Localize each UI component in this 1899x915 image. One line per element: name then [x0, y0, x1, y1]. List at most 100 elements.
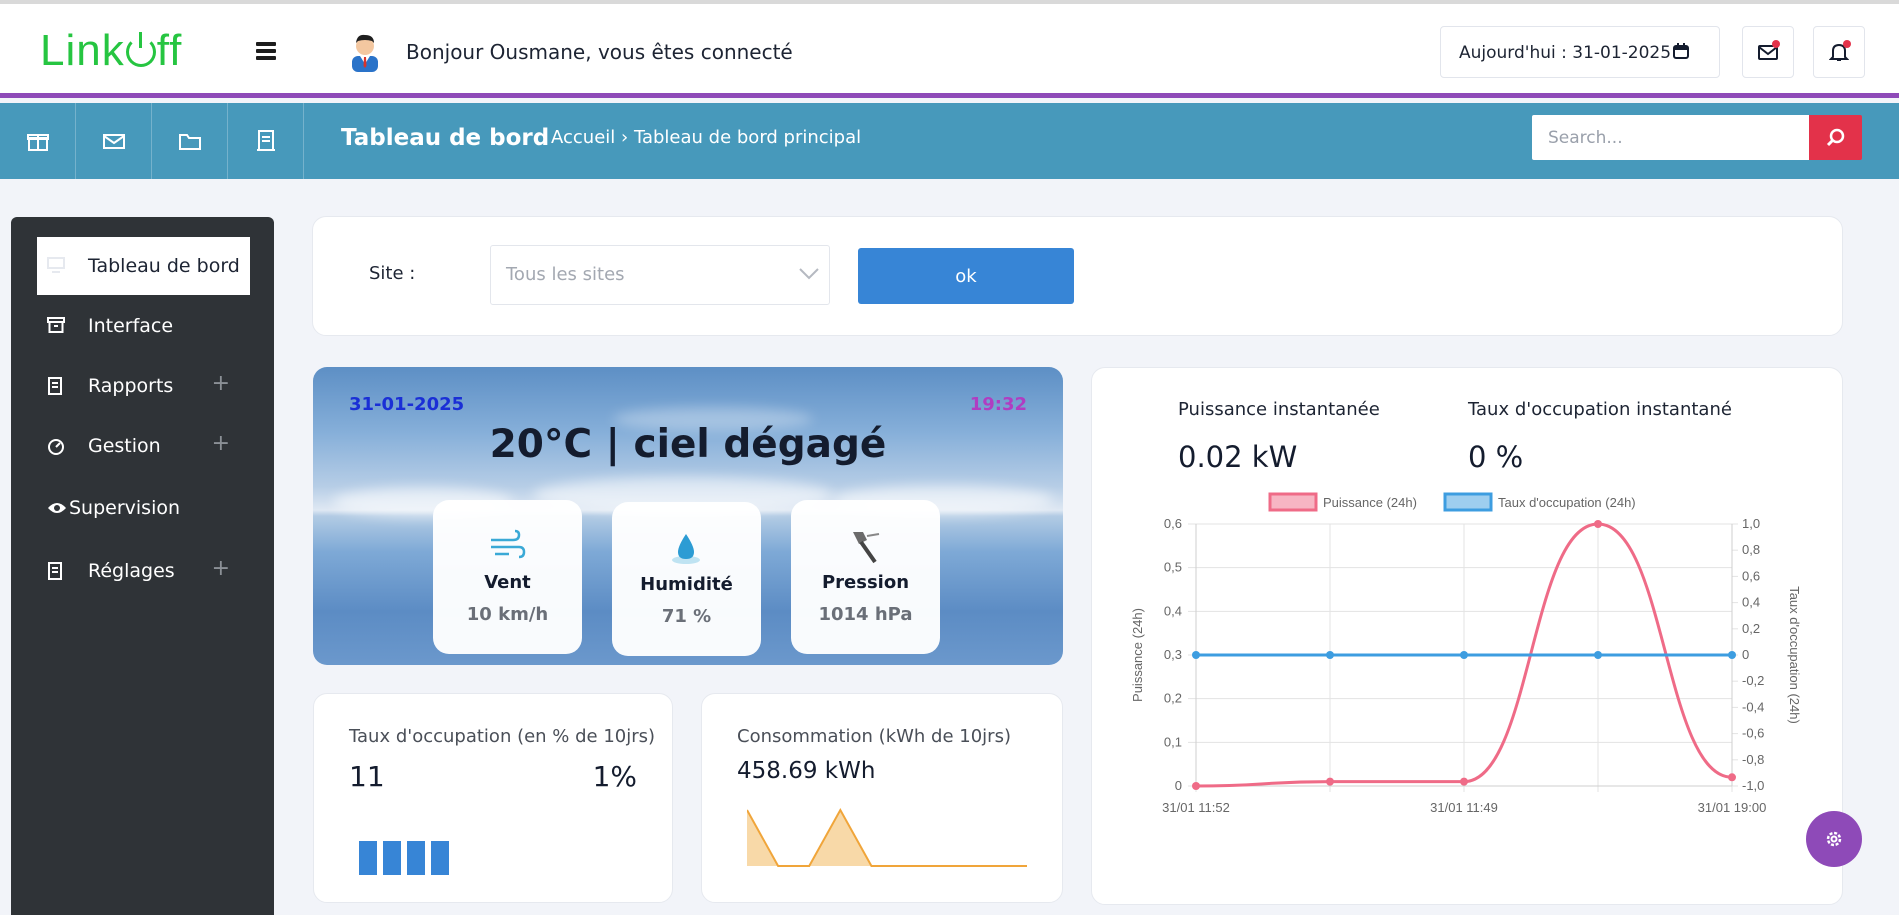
archive-icon — [47, 317, 65, 333]
y2-tick-label: -0,4 — [1742, 699, 1764, 714]
y2-tick-label: -0,6 — [1742, 726, 1764, 741]
y2-tick-label: 0,4 — [1742, 595, 1760, 610]
page-title: Tableau de bord — [341, 125, 550, 151]
sidebar-item-label: Rapports — [88, 375, 174, 397]
today-date-box[interactable]: Aujourd'hui : 31-01-2025 — [1440, 26, 1720, 78]
settings-fab[interactable] — [1806, 811, 1862, 867]
series-point[interactable] — [1728, 651, 1736, 659]
sidebar-item-tableau-de-bord[interactable]: Tableau de bord — [37, 237, 250, 295]
site-select-value: Tous les sites — [506, 264, 625, 285]
mail-notification-dot — [1772, 40, 1780, 48]
pressure-label: Pression — [821, 572, 910, 593]
occupancy-bar — [407, 841, 425, 875]
breadcrumb-home-link[interactable]: Accueil — [551, 127, 615, 148]
series-point[interactable] — [1594, 520, 1602, 528]
sub-header-bar: Tableau de bord Accueil › Tableau de bor… — [0, 103, 1899, 179]
calendar-icon — [1673, 43, 1689, 59]
shortcut-document[interactable] — [228, 103, 304, 179]
report-icon — [48, 377, 62, 395]
search-input[interactable] — [1532, 115, 1810, 160]
breadcrumb: Accueil › Tableau de bord principal — [551, 127, 861, 148]
wind-value: 10 km/h — [466, 604, 549, 625]
y-tick-label: 0,1 — [1164, 734, 1182, 749]
series-point[interactable] — [1728, 773, 1736, 782]
humidity-value: 71 % — [661, 606, 712, 627]
breadcrumb-separator: › — [621, 127, 629, 148]
logo-text-left: Link — [40, 26, 125, 75]
sparkline-line — [747, 807, 1027, 867]
menu-toggle-icon[interactable] — [256, 42, 276, 60]
occupancy-title: Taux d'occupation (en % de 10jrs) — [349, 726, 656, 747]
ok-button[interactable]: ok — [858, 248, 1074, 304]
shortcut-folder[interactable] — [152, 103, 228, 179]
messages-button[interactable] — [1742, 26, 1794, 78]
folder-icon — [179, 134, 201, 150]
sidebar-item-label: Réglages — [88, 560, 175, 582]
occupancy-bar — [431, 841, 449, 875]
search-button[interactable] — [1809, 115, 1862, 160]
weather-card: 31-01-2025 19:32 20°C | ciel dégagé Vent… — [313, 367, 1063, 665]
user-avatar — [352, 34, 378, 72]
notifications-button[interactable] — [1813, 26, 1865, 78]
series-point[interactable] — [1326, 777, 1334, 786]
site-select[interactable]: Tous les sites — [490, 245, 830, 305]
sparkline-area — [747, 810, 1027, 866]
sidebar-item-label: Tableau de bord — [88, 255, 240, 277]
top-header: Link ff Bonjour Ousmane, vous êtes connec… — [0, 4, 1899, 98]
series-point[interactable] — [1594, 651, 1602, 659]
series-point[interactable] — [1460, 777, 1468, 786]
gear-icon — [1826, 831, 1842, 847]
sidebar-item-label: Interface — [88, 315, 174, 337]
consumption-value: 458.69 kWh — [737, 758, 876, 784]
gauge-icon — [48, 439, 64, 455]
chevron-down-icon — [799, 268, 819, 280]
expand-icon[interactable]: + — [212, 431, 230, 456]
y-tick-label: 0,5 — [1164, 560, 1182, 575]
y2-axis-title: Taux d'occupation (24h) — [1787, 586, 1802, 724]
y2-tick-label: -0,2 — [1742, 673, 1764, 688]
series-point[interactable] — [1192, 651, 1200, 659]
shortcut-mail[interactable] — [76, 103, 152, 179]
legend-swatch[interactable] — [1268, 492, 1318, 512]
occupancy-card: Taux d'occupation (en % de 10jrs) 11 1% — [313, 693, 673, 903]
legend-swatch[interactable] — [1443, 492, 1493, 512]
document-icon — [257, 130, 275, 151]
y-axis-title: Puissance (24h) — [1130, 608, 1145, 702]
mail-icon — [103, 134, 125, 149]
occupancy-count: 11 — [349, 760, 385, 793]
y2-tick-label: 0,6 — [1742, 568, 1760, 583]
monitor-icon — [47, 257, 65, 273]
app-logo[interactable]: Link ff — [40, 26, 182, 76]
y-tick-label: 0,2 — [1164, 691, 1182, 706]
sidebar-item-reglages[interactable]: Réglages + — [37, 542, 250, 600]
sidebar-item-text: Supervision — [69, 497, 181, 519]
y2-tick-label: -0,8 — [1742, 752, 1764, 767]
wind-label: Vent — [484, 572, 531, 593]
series-point[interactable] — [1460, 651, 1468, 659]
site-filter-card: Site : Tous les sites ok — [312, 216, 1843, 336]
wind-box: Vent 10 km/h — [433, 500, 582, 654]
sidebar-item-rapports[interactable]: Rapports + — [37, 357, 250, 415]
occupancy-percent: 1% — [592, 760, 637, 793]
series-point[interactable] — [1192, 782, 1200, 790]
weather-time: 19:32 — [969, 394, 1027, 415]
shortcut-gift[interactable] — [0, 103, 76, 179]
site-label: Site : — [369, 263, 416, 284]
x-tick-label: 31/01 19:00 — [1698, 800, 1767, 815]
sidebar-item-label: Gestion — [88, 435, 161, 457]
power-occupancy-chart: 0 0,1 0,2 0,3 0,4 0,5 0,6 -1,0 -0,8 -0,6 -0,4 -0,2 0… — [1130, 492, 1802, 815]
settings-report-icon — [48, 562, 62, 580]
sidebar-item-supervision[interactable]: Supervision — [37, 479, 250, 537]
sidebar-item-gestion[interactable]: Gestion + — [37, 417, 250, 475]
y2-tick-label: 0,2 — [1742, 621, 1760, 636]
x-tick-label: 31/01 11:52 — [1162, 800, 1230, 815]
consumption-title: Consommation (kWh de 10jrs) — [737, 726, 1011, 747]
expand-icon[interactable]: + — [212, 556, 230, 581]
sidebar-item-interface[interactable]: Interface — [37, 297, 250, 355]
y-tick-label: 0,4 — [1164, 603, 1182, 618]
series-point[interactable] — [1326, 651, 1334, 659]
logo-text-right: ff — [156, 26, 183, 75]
eye-icon — [48, 503, 66, 513]
search-icon — [1826, 128, 1845, 147]
expand-icon[interactable]: + — [212, 371, 230, 396]
